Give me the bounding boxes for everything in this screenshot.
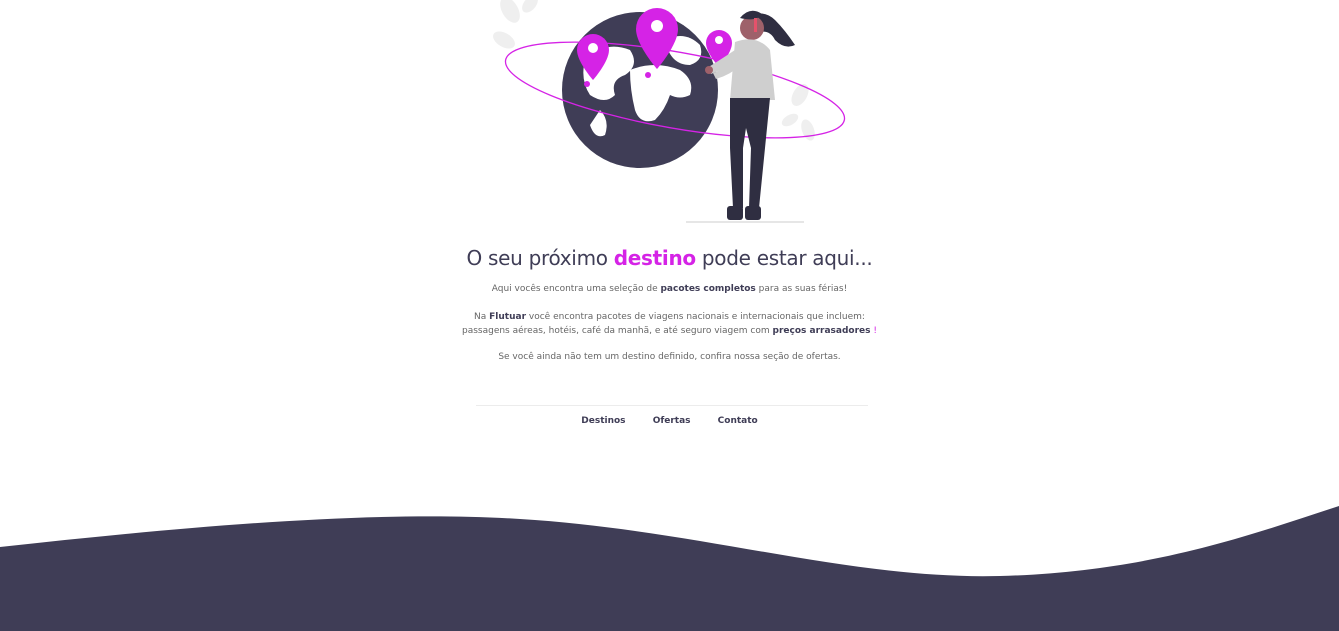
intro-paragraph-3: Se você ainda não tem um destino definid… [498, 352, 841, 362]
nav-link-destinos[interactable]: Destinos [581, 416, 625, 426]
headline-highlight: destino [613, 246, 696, 270]
intro-bold-text: pacotes completos [660, 284, 756, 294]
nav-link-contato[interactable]: Contato [718, 416, 758, 426]
headline-after: pode estar aqui... [701, 246, 873, 270]
intro-text: para as suas férias! [758, 284, 848, 294]
hero-illustration [493, 0, 846, 223]
nav-link-ofertas[interactable]: Ofertas [653, 416, 691, 426]
intro-text: Na [474, 312, 487, 322]
intro-paragraph-1: Aqui vocês encontra uma seleção de pacot… [0, 282, 1339, 296]
page-title: O seu próximo destino pode estar aqui... [0, 246, 1339, 270]
intro-text: Aqui vocês encontra uma seleção de [491, 284, 658, 294]
divider [476, 405, 868, 406]
brand-name: Flutuar [489, 312, 527, 322]
footer-wave [0, 506, 1339, 631]
intro-text: ! [873, 326, 877, 336]
footer-nav: Destinos Ofertas Contato [0, 416, 1339, 426]
intro-bold-text: preços arrasadores [772, 326, 871, 336]
headline-before: O seu próximo [466, 246, 608, 270]
intro-text: você encontra pacotes de viagens naciona… [528, 312, 865, 322]
intro-paragraph-2: Na Flutuar você encontra pacotes de viag… [0, 310, 1339, 338]
intro-text: passagens aéreas, hotéis, café da manhã,… [461, 326, 770, 336]
